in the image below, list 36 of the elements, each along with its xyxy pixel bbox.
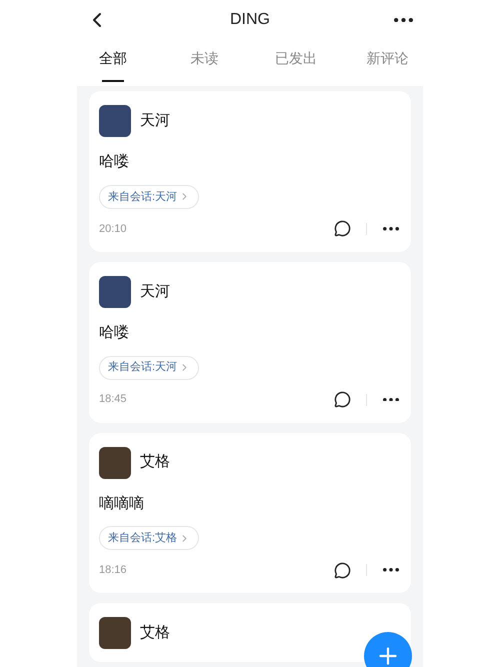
- avatar-placeholder: [99, 617, 131, 650]
- more-icon: [383, 226, 399, 231]
- sender-name: 艾格: [140, 623, 170, 643]
- message-text: 哈喽: [99, 322, 130, 343]
- timestamp: 20:10: [99, 222, 128, 236]
- message-text: 嘀嘀嘀: [99, 494, 145, 514]
- message-text: 哈喽: [99, 152, 130, 172]
- comment-icon: [334, 220, 350, 238]
- avatar-placeholder: [99, 446, 131, 478]
- source-chip[interactable]: 来自会话:天河: [99, 184, 200, 209]
- comment-button[interactable]: [332, 560, 352, 580]
- message-card[interactable]: 艾格: [89, 603, 411, 662]
- more-icon: [394, 18, 412, 22]
- sender-name: 天河: [140, 110, 170, 131]
- filter-tab[interactable]: 已发出: [250, 40, 342, 86]
- sender-name: 艾格: [140, 452, 170, 472]
- more-icon: [383, 398, 399, 402]
- avatar-placeholder: [99, 105, 131, 137]
- filter-tab[interactable]: 未读: [158, 40, 250, 86]
- message-card[interactable]: 艾格 嘀嘀嘀 来自会话:艾格 18:16: [89, 432, 411, 594]
- comment-button[interactable]: [332, 390, 352, 410]
- comment-button[interactable]: [332, 218, 352, 239]
- filter-tab[interactable]: 新评论: [342, 40, 433, 86]
- more-icon: [383, 568, 399, 572]
- message-card[interactable]: 天河 哈喽 来自会话:天河 20:10: [89, 91, 411, 252]
- avatar-placeholder: [99, 276, 131, 308]
- sender-name: 天河: [140, 282, 170, 302]
- filter-tab[interactable]: 全部: [67, 40, 158, 86]
- source-chip[interactable]: 来自会话:天河: [99, 356, 200, 380]
- comment-icon: [334, 391, 350, 408]
- timestamp: 18:16: [99, 563, 128, 578]
- comment-icon: [334, 562, 350, 579]
- page-title: DING: [230, 10, 270, 30]
- source-chip[interactable]: 来自会话:艾格: [99, 526, 200, 550]
- timestamp: 18:45: [99, 392, 128, 408]
- message-card[interactable]: 天河 哈喽 来自会话:天河 18:45: [89, 262, 411, 422]
